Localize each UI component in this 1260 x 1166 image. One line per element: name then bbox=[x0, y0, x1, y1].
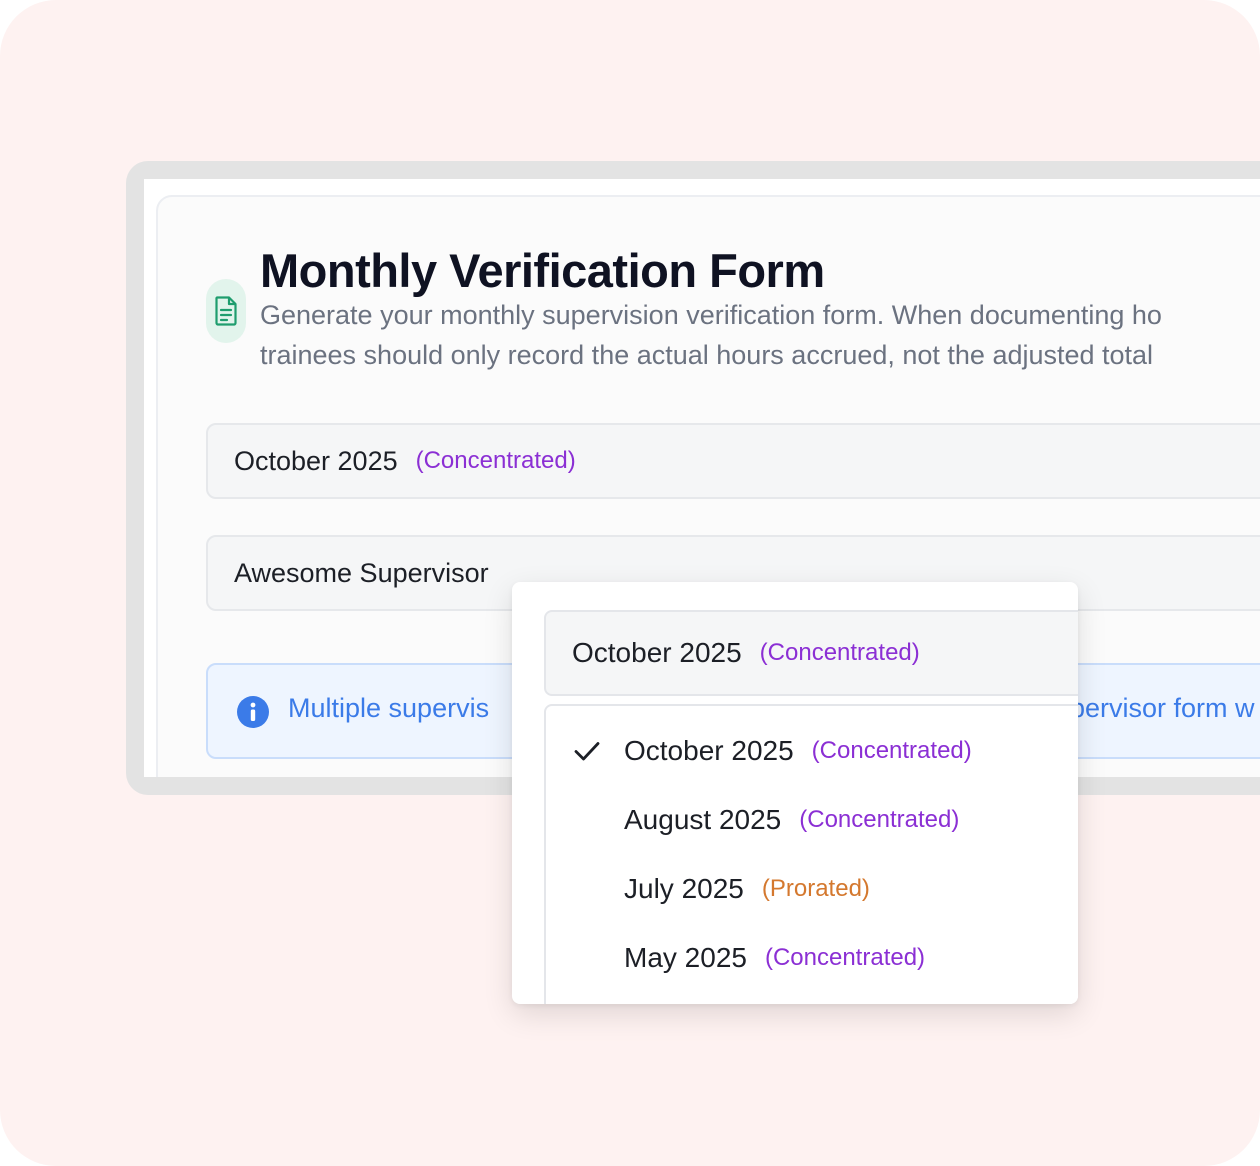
month-select[interactable]: October 2025 (Concentrated) bbox=[206, 423, 1260, 499]
form-description: Generate your monthly supervision verifi… bbox=[260, 295, 1260, 375]
dropdown-option-august-2025[interactable]: August 2025 (Concentrated) bbox=[546, 785, 1078, 854]
dropdown-option-july-2025[interactable]: July 2025 (Prorated) bbox=[546, 854, 1078, 923]
option-label: May 2025 bbox=[624, 941, 747, 973]
dropdown-option-may-2025[interactable]: May 2025 (Concentrated) bbox=[546, 923, 1078, 992]
dropdown-option-october-2025[interactable]: October 2025 (Concentrated) bbox=[546, 716, 1078, 785]
option-label: August 2025 bbox=[624, 803, 782, 835]
option-label: October 2025 bbox=[624, 734, 794, 766]
document-icon bbox=[206, 279, 246, 343]
option-tag: (Concentrated) bbox=[799, 805, 960, 833]
info-banner-text-left: Multiple supervis bbox=[288, 693, 490, 723]
option-tag: (Concentrated) bbox=[811, 736, 972, 764]
dropdown-trigger-tag: (Concentrated) bbox=[759, 639, 920, 666]
check-icon bbox=[574, 741, 600, 760]
month-dropdown-popover: October 2025 (Concentrated) October 2025… bbox=[512, 582, 1078, 1004]
option-label: July 2025 bbox=[624, 872, 744, 904]
month-select-value: October 2025 bbox=[234, 445, 398, 476]
info-circle-icon bbox=[237, 696, 269, 728]
option-tag: (Concentrated) bbox=[764, 943, 926, 971]
supervisor-select-value: Awesome Supervisor bbox=[234, 557, 489, 588]
description-line-1: Generate your monthly supervision verifi… bbox=[260, 300, 1162, 330]
page-title: Monthly Verification Form bbox=[260, 244, 825, 297]
page-background: Monthly Verification Form Generate your … bbox=[0, 0, 1260, 1166]
dropdown-trigger-value: October 2025 bbox=[572, 637, 742, 668]
dropdown-options-list: October 2025 (Concentrated) August 2025 … bbox=[544, 704, 1078, 1004]
month-select-tag: (Concentrated) bbox=[415, 447, 576, 474]
option-tag: (Prorated) bbox=[761, 874, 870, 902]
dropdown-trigger[interactable]: October 2025 (Concentrated) bbox=[544, 610, 1078, 696]
info-banner-text-right: pervisor form w bbox=[1070, 693, 1255, 723]
description-line-2: trainees should only record the actual h… bbox=[260, 340, 1154, 370]
